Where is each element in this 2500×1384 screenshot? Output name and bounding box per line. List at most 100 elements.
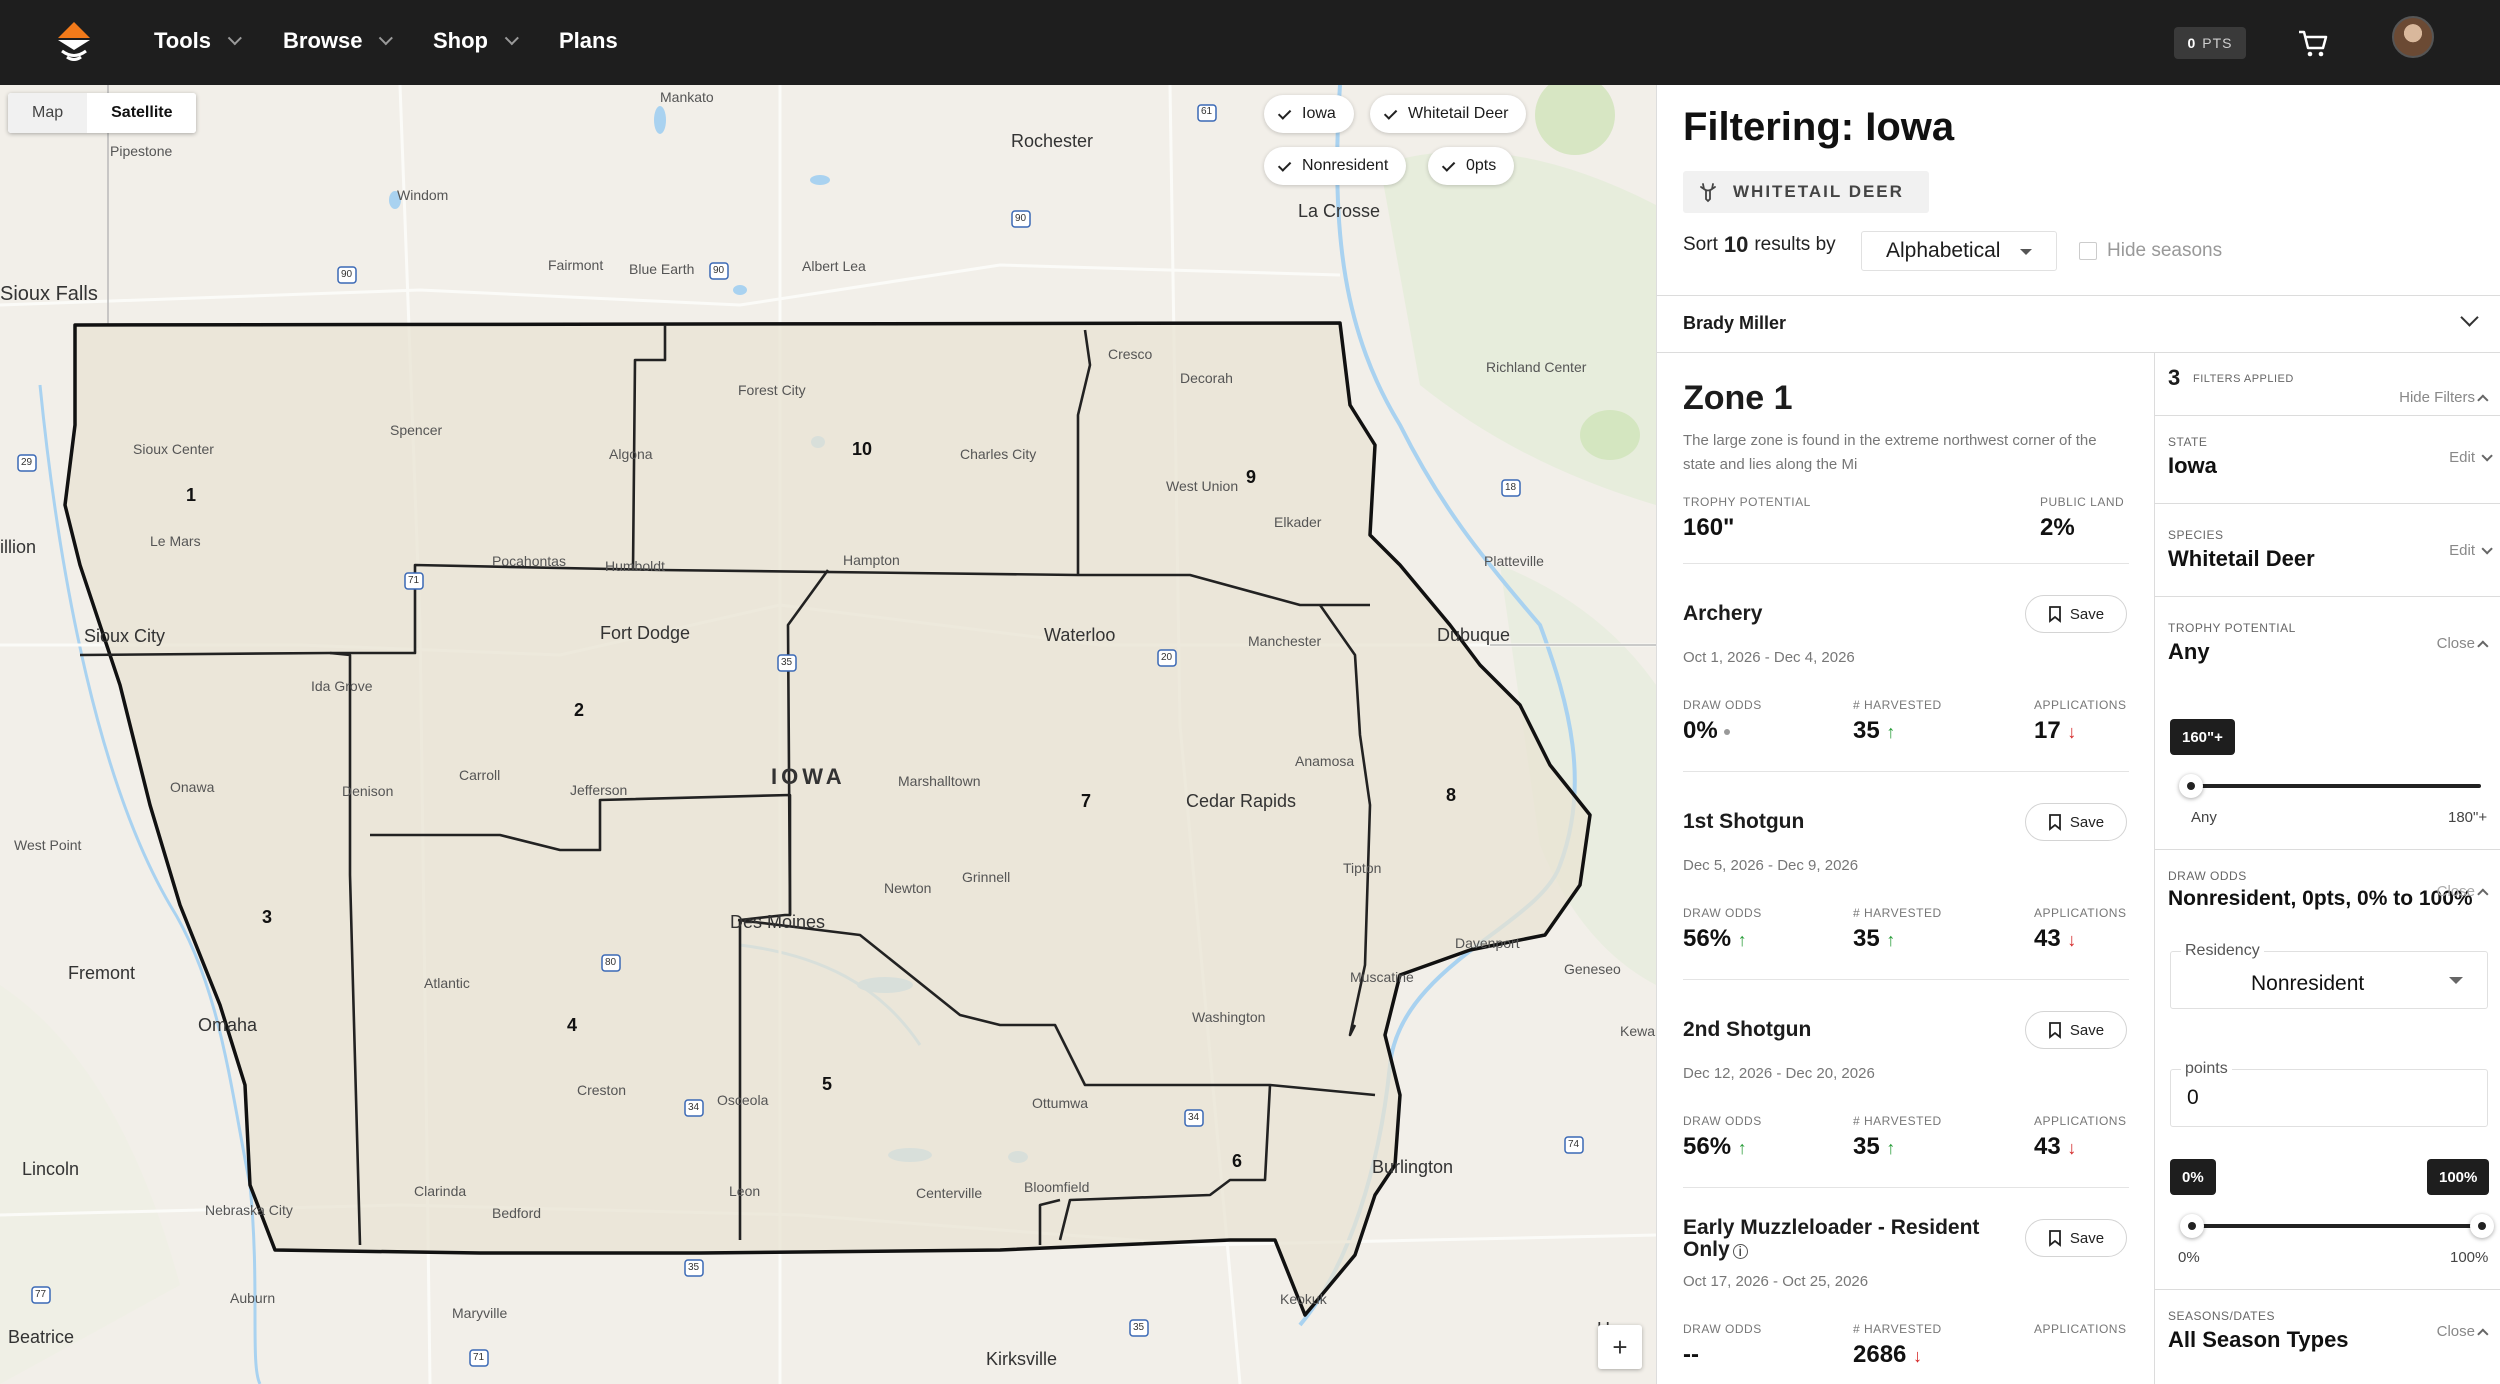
save-season-button[interactable]: Save xyxy=(2025,803,2127,841)
season-dates: Dec 5, 2026 - Dec 9, 2026 xyxy=(1683,857,1859,874)
highway-shield: 61 xyxy=(1201,106,1213,117)
season-name: Early Muzzleloader - Resident Only i xyxy=(1683,1217,2013,1261)
place-label: Nebraska City xyxy=(205,1202,293,1218)
zone-6-label[interactable]: 6 xyxy=(1232,1151,1242,1172)
satellite-view-button[interactable]: Satellite xyxy=(87,93,197,133)
highway-shield: 35 xyxy=(1133,1322,1145,1333)
odds-slider-high-handle[interactable] xyxy=(2470,1214,2494,1238)
place-label: Charles City xyxy=(960,446,1037,462)
hunt-zone-map[interactable]: 61 90 90 90 29 71 35 20 18 80 34 34 74 7… xyxy=(0,85,1656,1384)
map-view-button[interactable]: Map xyxy=(8,93,88,133)
points-input[interactable]: points 0 xyxy=(2170,1060,2488,1127)
zone-9-label[interactable]: 9 xyxy=(1246,467,1256,488)
harvested-label: # HARVESTED xyxy=(1853,906,1942,920)
place-label: Leon xyxy=(729,1183,761,1199)
hide-seasons-checkbox[interactable]: Hide seasons xyxy=(2079,240,2222,262)
place-label: Dubuque xyxy=(1437,625,1511,645)
chip-label: Whitetail Deer xyxy=(1408,105,1509,122)
filter-chip-residency[interactable]: Nonresident xyxy=(1264,147,1407,185)
species-tag-label: WHITETAIL DEER xyxy=(1733,182,1904,201)
zone-4-label[interactable]: 4 xyxy=(567,1015,577,1036)
edit-state-button[interactable]: Edit xyxy=(2449,449,2493,466)
chip-label: Nonresident xyxy=(1302,157,1389,174)
filter-chip-state[interactable]: Iowa xyxy=(1264,95,1354,133)
harvested-value: 35 ↑ xyxy=(1853,717,1895,745)
save-label: Save xyxy=(2069,813,2105,831)
place-label: Kewan xyxy=(1620,1023,1656,1039)
harvested-value: 35 ↑ xyxy=(1853,1133,1895,1161)
nav-tools-label: Tools xyxy=(154,28,212,53)
harvested-label: # HARVESTED xyxy=(1853,698,1942,712)
gohunt-logo-icon[interactable] xyxy=(52,20,96,64)
highway-shield: 29 xyxy=(21,457,33,468)
harvested-text: 35 xyxy=(1853,1133,1880,1160)
zone-detail-column: Zone 1 The large zone is found in the ex… xyxy=(1657,353,2154,1384)
zone-8-label[interactable]: 8 xyxy=(1446,785,1456,806)
zone-1-label[interactable]: 1 xyxy=(186,485,196,506)
place-label: Maryville xyxy=(452,1305,508,1321)
place-label: West Union xyxy=(1166,478,1239,494)
filter-chip-species[interactable]: Whitetail Deer xyxy=(1370,95,1527,133)
close-draw-odds-button[interactable]: Close xyxy=(2437,883,2489,900)
zone-5-label[interactable]: 5 xyxy=(822,1074,832,1095)
cart-icon[interactable] xyxy=(2296,26,2330,60)
trophy-slider-track[interactable] xyxy=(2191,784,2481,788)
points-value: 0 xyxy=(2187,35,2197,51)
harvested-label: # HARVESTED xyxy=(1853,1322,1942,1336)
odds-slider-low-handle[interactable] xyxy=(2180,1214,2204,1238)
applications-value: 43 ↓ xyxy=(2034,925,2076,953)
place-label: West Point xyxy=(14,837,82,853)
divider xyxy=(2155,415,2500,416)
results-panel: Filtering: Iowa WHITETAIL DEER Sort 10 r… xyxy=(1656,85,2500,1384)
close-trophy-button[interactable]: Close xyxy=(2437,635,2489,652)
place-label: Sioux Falls xyxy=(0,283,98,305)
close-label: Close xyxy=(2436,883,2475,900)
zone-7-label[interactable]: 7 xyxy=(1081,791,1091,812)
user-selector[interactable]: Brady Miller xyxy=(1683,313,1786,334)
sort-suffix: results by xyxy=(1754,234,1836,255)
divider xyxy=(1683,563,2129,564)
close-seasons-button[interactable]: Close xyxy=(2437,1323,2489,1340)
save-season-button[interactable]: Save xyxy=(2025,595,2127,633)
edit-label: Edit xyxy=(2449,449,2475,466)
nav-plans[interactable]: Plans xyxy=(559,28,618,54)
state-label: IOWA xyxy=(771,764,846,789)
info-icon[interactable]: i xyxy=(1732,1244,1748,1259)
place-label: Auburn xyxy=(230,1290,276,1306)
applications-label: APPLICATIONS xyxy=(2034,698,2127,712)
nav-shop[interactable]: Shop xyxy=(433,28,519,54)
user-avatar[interactable] xyxy=(2392,16,2434,58)
zone-3-label[interactable]: 3 xyxy=(262,907,272,928)
zone-description: The large zone is found in the extreme n… xyxy=(1683,432,2097,473)
zone-2-label[interactable]: 2 xyxy=(574,700,584,721)
place-label: Elkader xyxy=(1274,514,1322,530)
species-filter-value: Whitetail Deer xyxy=(2168,546,2315,571)
edit-species-button[interactable]: Edit xyxy=(2449,542,2493,559)
save-season-button[interactable]: Save xyxy=(2025,1219,2127,1257)
filter-chip-points[interactable]: 0pts xyxy=(1428,147,1515,185)
save-label: Save xyxy=(2069,1229,2105,1247)
nav-tools[interactable]: Tools xyxy=(154,28,242,54)
sort-dropdown[interactable]: Alphabetical xyxy=(1861,231,2057,271)
zone-10-label[interactable]: 10 xyxy=(852,439,872,460)
state-filter-label: STATE xyxy=(2168,435,2208,449)
season-dates: Oct 17, 2026 - Oct 25, 2026 xyxy=(1683,1273,1869,1290)
place-label: Marshalltown xyxy=(898,773,981,789)
odds-slider-track[interactable] xyxy=(2192,1224,2482,1228)
draw-odds-value: 56% ↑ xyxy=(1683,1133,1747,1161)
chevron-down-icon[interactable] xyxy=(2460,308,2479,327)
hide-filters-button[interactable]: Hide Filters xyxy=(2399,389,2489,406)
place-label: Pocahontas xyxy=(492,553,566,569)
place-label: Windom xyxy=(397,187,449,203)
season-dates: Oct 1, 2026 - Dec 4, 2026 xyxy=(1683,649,1855,666)
harvested-text: 35 xyxy=(1853,925,1880,952)
trophy-slider-handle[interactable] xyxy=(2179,774,2203,798)
save-season-button[interactable]: Save xyxy=(2025,1011,2127,1049)
points-badge[interactable]: 0 PTS xyxy=(2174,27,2246,59)
nav-browse[interactable]: Browse xyxy=(283,28,394,54)
place-label: Lincoln xyxy=(22,1159,80,1179)
odds-max-label: 100% xyxy=(2450,1249,2489,1266)
place-label: Sioux Center xyxy=(133,441,214,457)
residency-select[interactable]: Residency Nonresident xyxy=(2170,942,2488,1009)
zoom-in-button[interactable]: + xyxy=(1598,1325,1642,1369)
